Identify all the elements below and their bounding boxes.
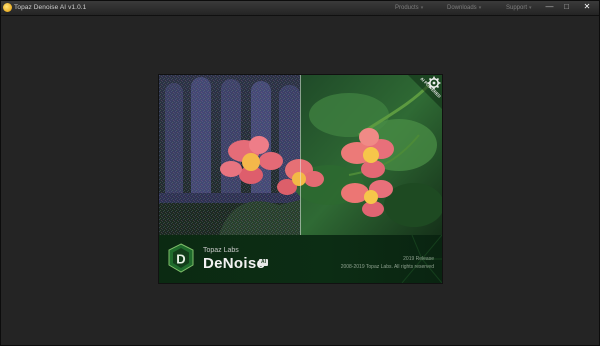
topaz-app-icon: [3, 3, 12, 12]
menu-support-label: Support: [506, 5, 528, 11]
product-name: DeNoise: [203, 255, 266, 272]
denoise-logo-icon: D: [168, 243, 194, 273]
chevron-down-icon: ▾: [478, 5, 482, 11]
close-button[interactable]: ✕: [578, 2, 596, 13]
copyright-text: 2008-2019 Topaz Labs. All rights reserve…: [340, 264, 434, 270]
product-ai-tag: AI: [259, 259, 268, 266]
before-after-divider[interactable]: [300, 75, 301, 235]
menu-products[interactable]: Products ▾: [395, 2, 423, 14]
svg-text:D: D: [176, 252, 185, 267]
minimize-button[interactable]: —: [543, 2, 556, 13]
splash-screen: AI POWERED D Topaz Labs DeNoise AI 2019 …: [159, 75, 442, 283]
chevron-down-icon: ▾: [420, 5, 424, 11]
maximize-button[interactable]: □: [560, 2, 573, 13]
menu-downloads-label: Downloads: [447, 5, 477, 11]
app-window: Topaz Denoise AI v1.0.1 Products ▾ Downlo…: [0, 0, 600, 346]
brand-name: Topaz Labs: [203, 247, 239, 254]
title-bar[interactable]: Topaz Denoise AI v1.0.1 Products ▾ Downlo…: [1, 1, 599, 16]
menu-downloads[interactable]: Downloads ▾: [447, 2, 481, 14]
menu-support[interactable]: Support ▾: [506, 2, 532, 14]
menu-products-label: Products: [395, 5, 419, 11]
chevron-down-icon: ▾: [529, 5, 532, 11]
release-text: 2019 Release: [403, 256, 434, 262]
splash-footer: D Topaz Labs DeNoise AI 2019 Release 200…: [159, 235, 442, 283]
ai-powered-badge: AI POWERED: [408, 75, 442, 109]
window-title: Topaz Denoise AI v1.0.1: [14, 4, 87, 11]
